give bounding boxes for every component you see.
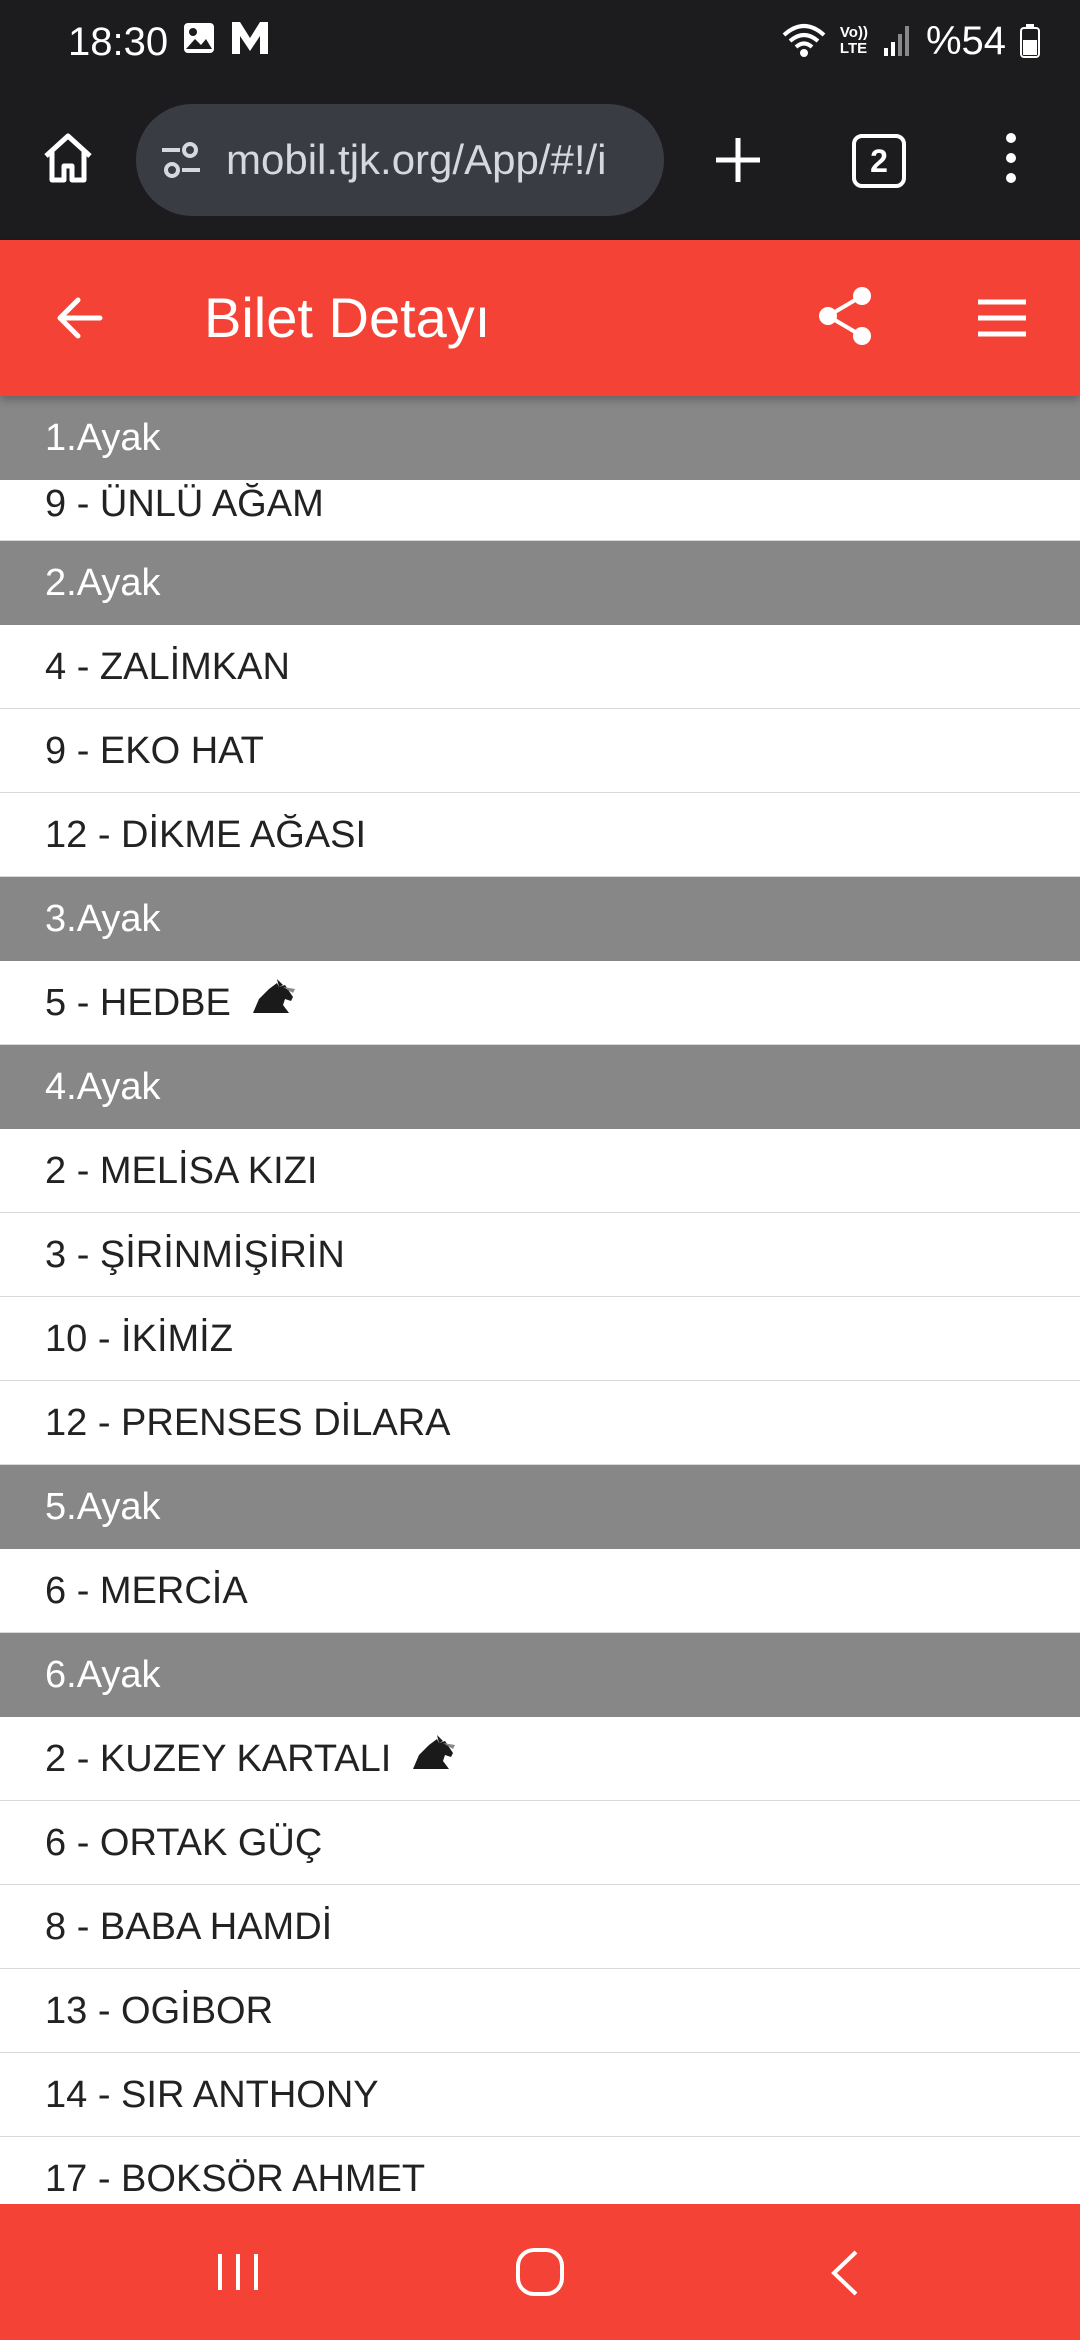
list-item-label: 6 - MERCİA [45, 1569, 248, 1612]
system-back-button[interactable] [826, 2248, 862, 2303]
system-nav-bar [0, 2204, 1080, 2340]
wifi-icon [782, 23, 826, 59]
app-header: Bilet Detayı [0, 240, 1080, 396]
page-title: Bilet Detayı [204, 286, 491, 349]
list-item[interactable]: 13 - OGİBOR [0, 1969, 1080, 2053]
list-item[interactable]: 2 - MELİSA KIZI [0, 1129, 1080, 1213]
volte-icon: Vo)) LTE [840, 25, 868, 57]
list-item-label: 4 - ZALİMKAN [45, 645, 290, 688]
recent-apps-button[interactable] [214, 2250, 262, 2299]
new-tab-button[interactable] [708, 130, 768, 190]
volte-label-top: Vo)) [839, 24, 868, 41]
status-system-icons: Vo)) LTE %54 [782, 16, 1040, 66]
recent-apps-icon [218, 2254, 258, 2290]
more-vert-icon [1006, 133, 1016, 183]
system-home-button[interactable] [514, 2246, 566, 2303]
battery-text: %54 [925, 19, 1006, 63]
list-item-label: 9 - EKO HAT [45, 729, 264, 772]
list-item-label: 12 - PRENSES DİLARA [45, 1401, 451, 1444]
home-circle-icon [516, 2248, 564, 2296]
list-item[interactable]: 10 - İKİMİZ [0, 1297, 1080, 1381]
list-item[interactable]: 3 - ŞİRİNMİŞİRİN [0, 1213, 1080, 1297]
list-item-label: 14 - SIR ANTHONY [45, 2073, 379, 2116]
list-item[interactable]: 12 - DİKME AĞASI [0, 793, 1080, 877]
hamburger-menu-icon [978, 299, 1026, 337]
list-item[interactable]: 5 - HEDBE [0, 961, 1080, 1045]
leg-header: 1.Ayak [0, 396, 1080, 480]
tune-icon[interactable] [158, 140, 204, 185]
list-item-label: 17 - BOKSÖR AHMET [45, 2157, 426, 2200]
back-chevron-icon [831, 2250, 858, 2296]
list-item[interactable]: 4 - ZALİMKAN [0, 625, 1080, 709]
leg-header: 4.Ayak [0, 1045, 1080, 1129]
list-item-label: 13 - OGİBOR [45, 1989, 274, 2032]
ticket-leg-list: 1.Ayak 9 - ÜNLÜ AĞAM 2.Ayak 4 - ZALİMKAN… [0, 396, 1080, 2204]
signal-icon [882, 24, 912, 58]
list-item-label: 3 - ŞİRİNMİŞİRİN [45, 1233, 345, 1276]
horse-head-icon [249, 961, 297, 1045]
list-item-label: 2 - MELİSA KIZI [45, 1149, 318, 1192]
list-item[interactable]: 14 - SIR ANTHONY [0, 2053, 1080, 2137]
list-item[interactable]: 8 - BABA HAMDİ [0, 1885, 1080, 1969]
gallery-icon [182, 21, 216, 60]
home-icon [44, 133, 92, 183]
battery-icon [1020, 24, 1040, 58]
list-item-label: 10 - İKİMİZ [45, 1317, 233, 1360]
browser-home-button[interactable] [38, 128, 98, 188]
status-notification-icons [182, 20, 270, 61]
list-item[interactable]: 6 - MERCİA [0, 1549, 1080, 1633]
share-button[interactable] [814, 284, 878, 348]
list-item-label: 5 - HEDBE [45, 981, 231, 1024]
list-item-label: 9 - ÜNLÜ AĞAM [45, 483, 324, 525]
leg-header: 5.Ayak [0, 1465, 1080, 1549]
url-text: mobil.tjk.org/App/#!/i [226, 136, 607, 183]
list-item-label: 6 - ORTAK GÜÇ [45, 1821, 323, 1864]
menu-button[interactable] [974, 290, 1030, 346]
leg-header: 6.Ayak [0, 1633, 1080, 1717]
list-item-label: 8 - BABA HAMDİ [45, 1905, 333, 1948]
status-time: 18:30 [68, 20, 169, 64]
browser-toolbar: mobil.tjk.org/App/#!/i 2 [0, 86, 1080, 240]
share-icon [819, 287, 871, 345]
horse-head-icon [409, 1717, 457, 1801]
tab-switcher-button[interactable]: 2 [852, 134, 906, 188]
list-item[interactable]: 9 - ÜNLÜ AĞAM [0, 480, 1080, 541]
list-item[interactable]: 12 - PRENSES DİLARA [0, 1381, 1080, 1465]
list-item-label: 12 - DİKME AĞASI [45, 813, 366, 856]
list-item[interactable]: 17 - BOKSÖR AHMET [0, 2137, 1080, 2204]
browser-more-button[interactable] [996, 128, 1026, 188]
url-bar[interactable]: mobil.tjk.org/App/#!/i [136, 104, 664, 216]
volte-label-bottom: LTE [839, 40, 868, 57]
m-icon [230, 20, 270, 61]
list-item[interactable]: 9 - EKO HAT [0, 709, 1080, 793]
status-bar: 18:30 Vo)) LTE %54 [0, 0, 1080, 86]
leg-header: 3.Ayak [0, 877, 1080, 961]
arrow-back-icon [57, 297, 103, 339]
list-item[interactable]: 6 - ORTAK GÜÇ [0, 1801, 1080, 1885]
back-button[interactable] [52, 290, 108, 346]
list-item[interactable]: 2 - KUZEY KARTALI [0, 1717, 1080, 1801]
list-item-label: 2 - KUZEY KARTALI [45, 1737, 392, 1780]
plus-icon [716, 138, 760, 182]
leg-header: 2.Ayak [0, 541, 1080, 625]
